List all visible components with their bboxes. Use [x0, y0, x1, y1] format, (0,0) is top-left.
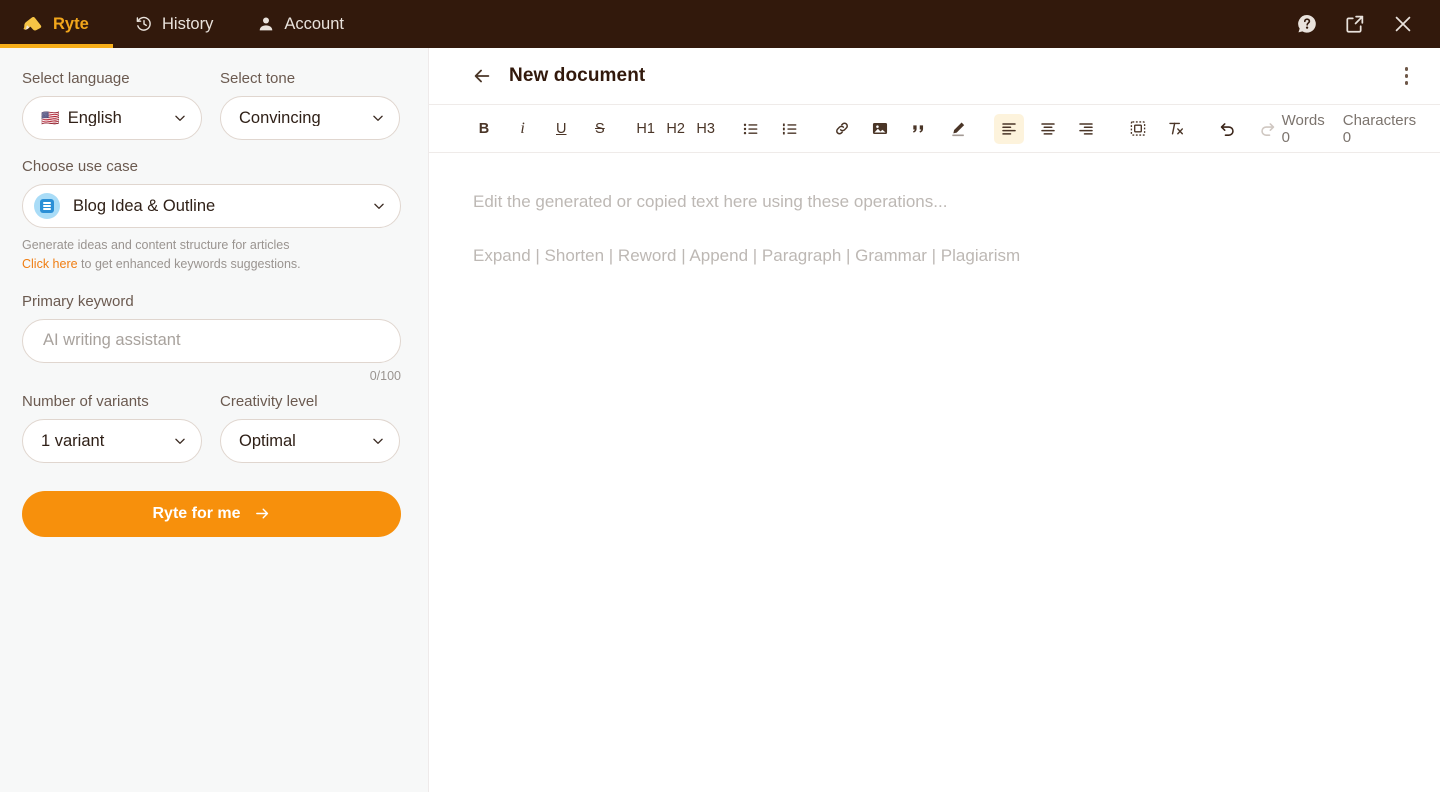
flag-icon: 🇺🇸 [41, 111, 60, 126]
strikethrough-button[interactable]: S [585, 114, 615, 144]
person-icon [257, 15, 275, 33]
primary-keyword-counter: 0/100 [22, 369, 401, 383]
variants-select[interactable]: 1 variant [22, 419, 202, 463]
editor-operations-hint: Expand | Shorten | Reword | Append | Par… [473, 245, 1400, 268]
arrow-right-icon [254, 505, 271, 522]
keywords-suggestion-link[interactable]: Click here [22, 257, 78, 271]
align-center-icon[interactable] [1033, 114, 1063, 144]
chevron-down-icon [371, 111, 385, 125]
undo-icon[interactable] [1213, 114, 1243, 144]
back-button[interactable] [469, 63, 495, 89]
app-window: Ryte History [0, 0, 1440, 792]
top-bar: Ryte History [0, 0, 1440, 48]
quote-icon[interactable] [904, 114, 934, 144]
align-left-icon[interactable] [994, 114, 1024, 144]
align-right-icon[interactable] [1071, 114, 1101, 144]
close-icon[interactable] [1390, 11, 1416, 37]
language-tone-row: Select language 🇺🇸 English Select tone C… [22, 70, 406, 140]
heading-2-button[interactable]: H2 [661, 114, 691, 144]
use-case-field: Choose use case Blog Idea & Outline Gene… [22, 158, 406, 275]
pen-highlight-icon[interactable] [943, 114, 973, 144]
settings-sidebar: Select language 🇺🇸 English Select tone C… [0, 48, 429, 792]
top-nav-tabs: Ryte History [0, 0, 366, 48]
tone-select[interactable]: Convincing [220, 96, 400, 140]
numbered-list-icon[interactable] [775, 114, 805, 144]
creativity-select[interactable]: Optimal [220, 419, 400, 463]
link-icon[interactable] [827, 114, 857, 144]
history-clock-icon [135, 15, 153, 33]
creativity-field: Creativity level Optimal [220, 393, 400, 463]
use-case-select[interactable]: Blog Idea & Outline [22, 184, 401, 228]
nav-tab-history-label: History [162, 16, 213, 33]
chevron-down-icon [173, 111, 187, 125]
article-icon [34, 193, 60, 219]
chevron-down-icon [372, 199, 386, 213]
external-link-icon[interactable] [1342, 11, 1368, 37]
ryte-for-me-label: Ryte for me [152, 505, 240, 523]
ryte-for-me-button[interactable]: Ryte for me [22, 491, 401, 537]
language-value: English [68, 110, 173, 127]
language-field: Select language 🇺🇸 English [22, 70, 202, 140]
chevron-down-icon [173, 434, 187, 448]
variants-creativity-row: Number of variants 1 variant Creativity … [22, 393, 406, 463]
page-title: New document [509, 65, 645, 87]
chevron-down-icon [371, 434, 385, 448]
use-case-value: Blog Idea & Outline [73, 198, 372, 215]
editor-toolbar: B i U S H1 H2 H3 [429, 105, 1440, 153]
document-menu-button[interactable] [1399, 61, 1415, 91]
creativity-value: Optimal [239, 433, 371, 450]
nav-tab-account-label: Account [284, 16, 344, 33]
tone-field: Select tone Convincing [220, 70, 400, 140]
language-label: Select language [22, 70, 202, 88]
tone-label: Select tone [220, 70, 400, 88]
primary-keyword-label: Primary keyword [22, 293, 401, 311]
primary-keyword-input-wrap[interactable] [22, 319, 401, 363]
app-body: Select language 🇺🇸 English Select tone C… [0, 48, 1440, 792]
keywords-hint-suffix: to get enhanced keywords suggestions. [78, 257, 301, 271]
use-case-description-wrap: Generate ideas and content structure for… [22, 236, 406, 275]
help-icon[interactable] [1294, 11, 1320, 37]
variants-field: Number of variants 1 variant [22, 393, 202, 463]
nav-tab-ryte-label: Ryte [53, 16, 89, 33]
top-bar-actions [1294, 0, 1440, 48]
underline-button[interactable]: U [546, 114, 576, 144]
primary-keyword-field: Primary keyword 0/100 [22, 293, 401, 383]
editor-placeholder: Edit the generated or copied text here u… [473, 191, 1400, 214]
word-count: Words 0 [1282, 112, 1325, 146]
use-case-label: Choose use case [22, 158, 406, 176]
dashed-frame-icon[interactable] [1123, 114, 1153, 144]
use-case-description: Generate ideas and content structure for… [22, 236, 406, 255]
italic-button[interactable]: i [508, 114, 538, 144]
document-panel: New document B i U S H1 H2 H3 [429, 48, 1440, 792]
brush-icon [22, 13, 44, 35]
bold-button[interactable]: B [469, 114, 499, 144]
creativity-label: Creativity level [220, 393, 400, 411]
language-select[interactable]: 🇺🇸 English [22, 96, 202, 140]
redo-icon[interactable] [1252, 114, 1282, 144]
heading-3-button[interactable]: H3 [691, 114, 721, 144]
variants-value: 1 variant [41, 433, 173, 450]
character-count: Characters 0 [1343, 112, 1416, 146]
nav-tab-ryte[interactable]: Ryte [0, 0, 113, 48]
image-icon[interactable] [865, 114, 895, 144]
nav-tab-history[interactable]: History [113, 0, 235, 48]
primary-keyword-input[interactable] [41, 330, 382, 351]
document-header: New document [429, 48, 1440, 105]
text-editor[interactable]: Edit the generated or copied text here u… [429, 153, 1440, 792]
nav-tab-account[interactable]: Account [235, 0, 366, 48]
variants-label: Number of variants [22, 393, 202, 411]
tone-value: Convincing [239, 110, 371, 127]
keywords-hint-line: Click here to get enhanced keywords sugg… [22, 255, 406, 274]
heading-1-button[interactable]: H1 [631, 114, 661, 144]
editor-counts: Words 0 Characters 0 [1282, 112, 1416, 146]
clear-formatting-icon[interactable] [1161, 114, 1191, 144]
bullet-list-icon[interactable] [736, 114, 766, 144]
